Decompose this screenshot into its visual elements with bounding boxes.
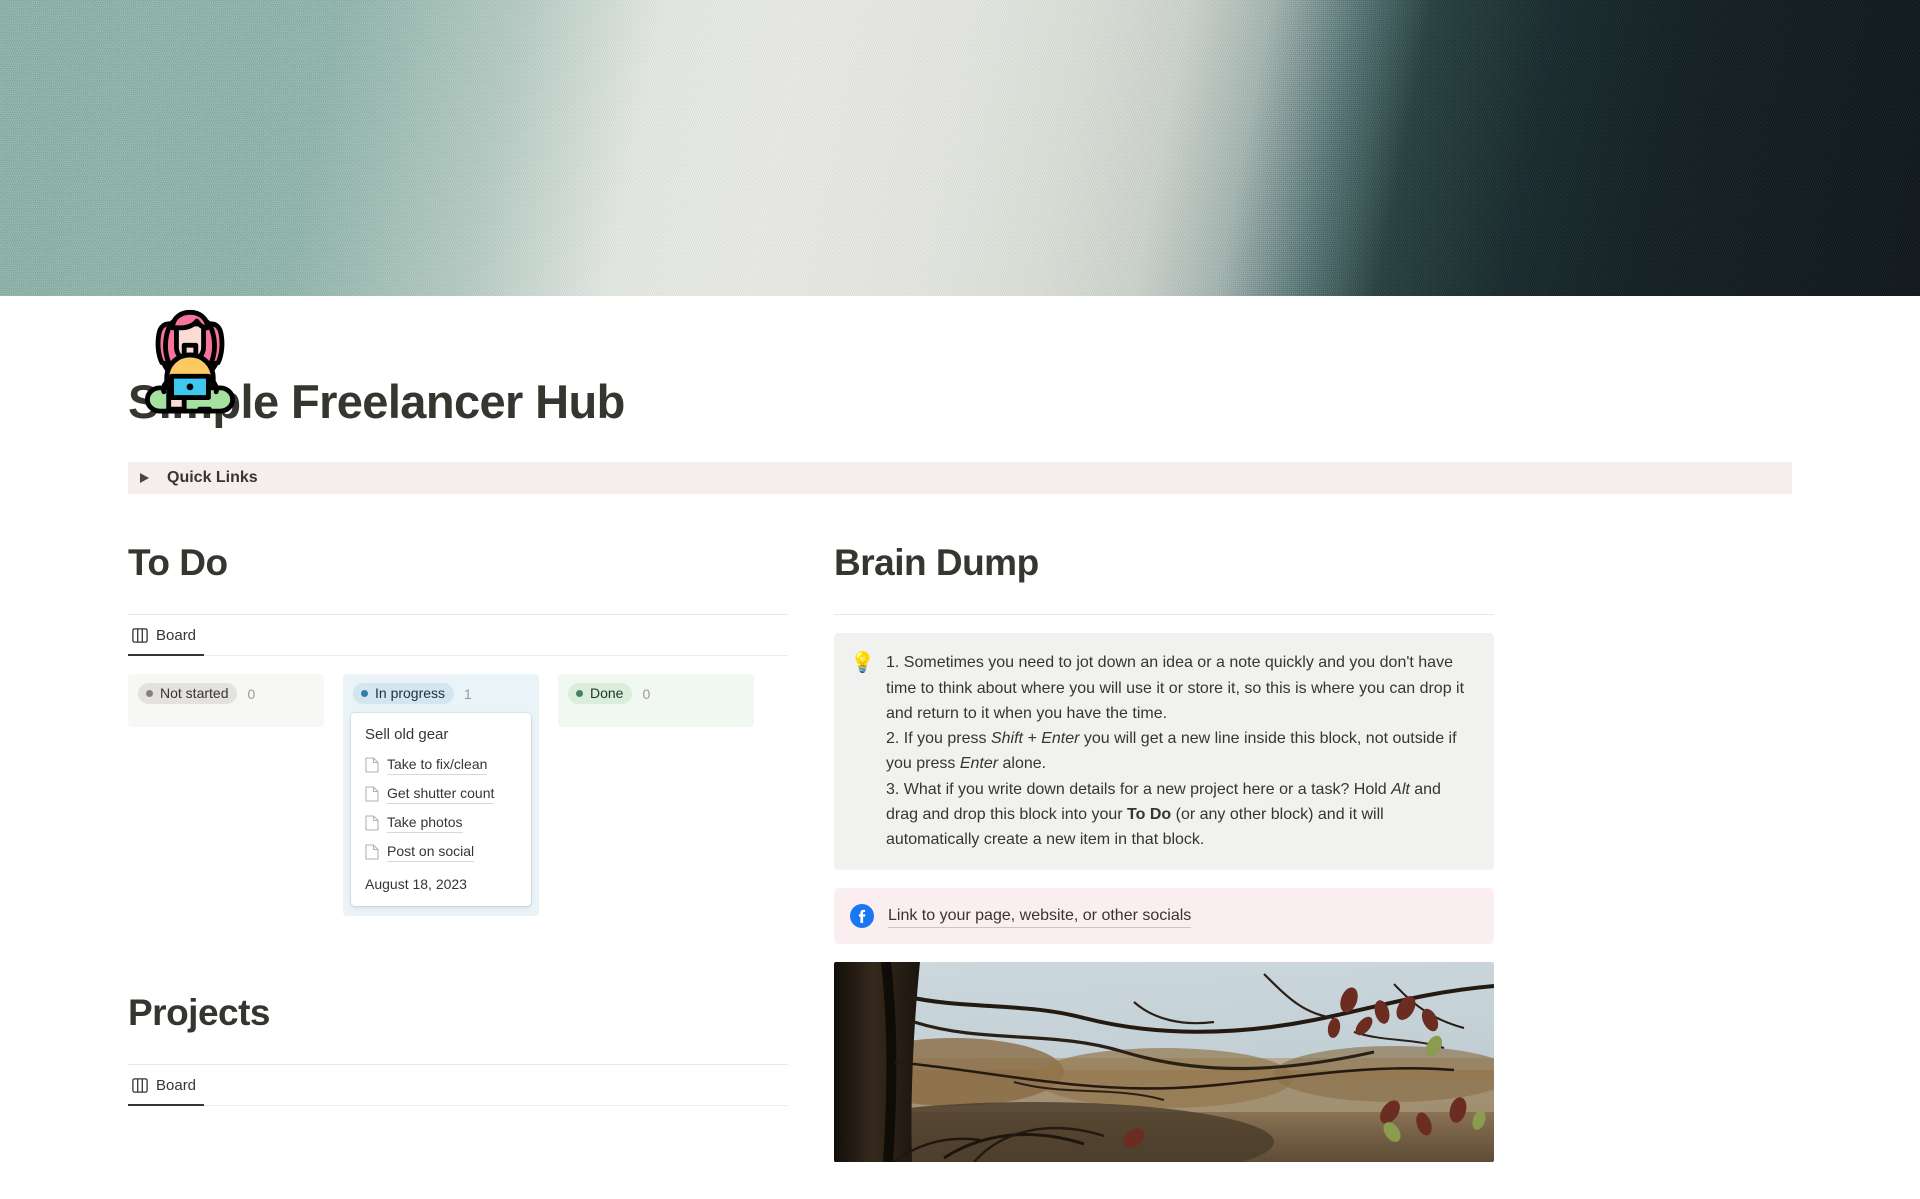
status-label: Done — [590, 685, 624, 702]
card-subitem[interactable]: Take to fix/clean — [365, 755, 517, 776]
left-column: To Do Board Not started 0 In progress 1 … — [128, 542, 788, 1163]
document-icon — [365, 815, 379, 831]
facebook-icon — [850, 904, 874, 929]
cover-grain-overlay-secondary — [0, 0, 1920, 296]
tab-projects-board[interactable]: Board — [128, 1065, 205, 1107]
shortcut-alt: Alt — [1391, 780, 1410, 798]
cover-banner[interactable] — [0, 0, 1920, 296]
board-column-done: Done 0 — [558, 674, 754, 916]
todo-board: Not started 0 In progress 1 Sell old gea… — [128, 674, 788, 916]
brain-dump-heading[interactable]: Brain Dump — [834, 542, 1494, 585]
tips-callout-body: 1. Sometimes you need to jot down an ide… — [886, 650, 1476, 852]
light-bulb-icon: 💡 — [850, 652, 875, 675]
todo-reference: To Do — [1127, 805, 1172, 823]
tab-board[interactable]: Board — [128, 615, 205, 657]
page-container: Simple Freelancer Hub Quick Links To Do — [0, 309, 1920, 1163]
page-title[interactable]: Simple Freelancer Hub — [128, 376, 1792, 428]
page-content: Simple Freelancer Hub Quick Links To Do — [0, 376, 1920, 1163]
status-badge-done[interactable]: Done — [568, 683, 633, 705]
tip-paragraph-2-start: 2. If you press — [886, 730, 991, 748]
card-title: Sell old gear — [365, 726, 449, 744]
brain-dump-divider — [834, 614, 1494, 616]
board-column-header[interactable]: Not started 0 — [128, 674, 324, 714]
projects-view-tabs: Board — [128, 1065, 788, 1107]
tab-board-label: Board — [156, 627, 197, 645]
todo-view-tabs: Board — [128, 615, 788, 657]
board-view-icon — [132, 1078, 148, 1094]
board-column-body[interactable] — [558, 713, 754, 728]
projects-heading[interactable]: Projects — [128, 992, 788, 1035]
board-column-in-progress: In progress 1 Sell old gear Take to fix/… — [343, 674, 539, 916]
tip-paragraph-3-start: 3. What if you write down details for a … — [886, 780, 1392, 798]
board-column-body[interactable]: Sell old gear Take to fix/clean Get shut… — [343, 713, 539, 916]
status-dot-icon — [361, 689, 368, 697]
card-subitem-label: Post on social — [387, 842, 475, 862]
board-column-body[interactable] — [128, 713, 324, 728]
status-badge-not-started[interactable]: Not started — [138, 683, 238, 705]
right-column: Brain Dump 💡 1. Sometimes you need to jo… — [834, 542, 1494, 1163]
status-label: In progress — [375, 685, 446, 702]
board-column-header[interactable]: In progress 1 — [343, 674, 539, 714]
board-column-not-started: Not started 0 — [128, 674, 324, 916]
social-link-callout[interactable]: Link to your page, website, or other soc… — [834, 888, 1494, 945]
card-count: 0 — [247, 685, 256, 702]
shortcut-enter: Enter — [959, 755, 999, 773]
woman-with-laptop-icon[interactable] — [128, 291, 252, 415]
tab-projects-board-label: Board — [156, 1077, 197, 1095]
tip-paragraph-1: 1. Sometimes you need to jot down an ide… — [886, 654, 1465, 722]
projects-section: Projects Board — [128, 992, 788, 1107]
card-count: 1 — [464, 685, 472, 702]
status-label: Not started — [160, 685, 229, 702]
social-link-text[interactable]: Link to your page, website, or other soc… — [888, 905, 1192, 929]
quick-links-toggle[interactable]: Quick Links — [128, 461, 1792, 494]
document-icon — [365, 757, 379, 773]
status-badge-in-progress[interactable]: In progress — [353, 683, 455, 705]
card-subitem-label: Get shutter count — [387, 784, 495, 805]
card-subitem-label: Take to fix/clean — [387, 755, 488, 776]
board-card[interactable]: Sell old gear Take to fix/clean Get shut… — [351, 713, 531, 906]
card-subitem[interactable]: Post on social — [365, 842, 517, 862]
autumn-branches-photo[interactable] — [834, 962, 1494, 1163]
card-date: August 18, 2023 — [365, 875, 467, 892]
shortcut-shift-enter: Shift + Enter — [990, 730, 1080, 748]
document-icon — [365, 844, 379, 860]
status-dot-icon — [146, 689, 153, 697]
two-column-layout: To Do Board Not started 0 In progress 1 … — [128, 542, 1792, 1163]
tips-callout[interactable]: 💡 1. Sometimes you need to jot down an i… — [834, 633, 1494, 871]
document-icon — [365, 786, 379, 802]
tip-paragraph-2-end: alone. — [998, 755, 1047, 773]
status-dot-icon — [576, 689, 583, 697]
card-subitem[interactable]: Get shutter count — [365, 784, 517, 805]
card-count: 0 — [642, 685, 651, 702]
card-subitem[interactable]: Take photos — [365, 813, 517, 833]
todo-heading[interactable]: To Do — [128, 542, 788, 585]
board-view-icon — [132, 628, 148, 643]
card-subitem-label: Take photos — [387, 813, 463, 833]
board-column-header[interactable]: Done 0 — [558, 674, 754, 714]
triangle-right-icon[interactable] — [140, 472, 149, 483]
quick-links-label: Quick Links — [167, 468, 258, 486]
